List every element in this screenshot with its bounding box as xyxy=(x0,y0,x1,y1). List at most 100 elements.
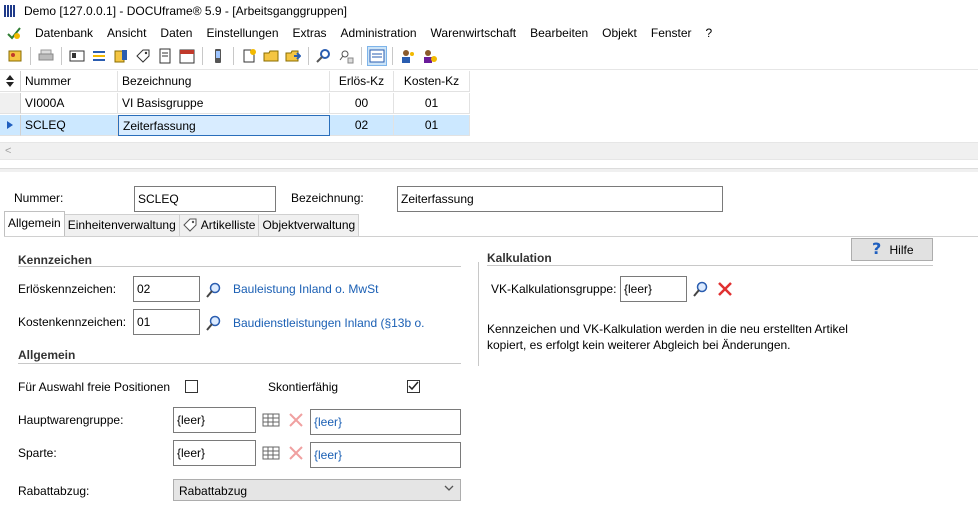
column-header-kosten-kz[interactable]: Kosten-Kz xyxy=(394,71,470,92)
toolbar-separator xyxy=(30,47,31,65)
sort-icon[interactable] xyxy=(0,71,21,92)
menu-fenster[interactable]: Fenster xyxy=(644,26,699,40)
help-button-label: Hilfe xyxy=(889,242,914,257)
pane-splitter[interactable] xyxy=(0,168,978,172)
search-icon[interactable] xyxy=(205,314,223,332)
section-heading-kennzeichen: Kennzeichen xyxy=(18,253,93,267)
app-logo-icon xyxy=(4,5,18,17)
menu-warenwirtschaft[interactable]: Warenwirtschaft xyxy=(424,26,524,40)
tab-border xyxy=(4,236,978,237)
delete-icon[interactable] xyxy=(716,280,734,298)
menu-einstellungen[interactable]: Einstellungen xyxy=(199,26,285,40)
search-advanced-icon[interactable] xyxy=(336,46,356,66)
sparte-label: Sparte: xyxy=(18,446,57,460)
toolbar-separator xyxy=(361,47,362,65)
menu-daten[interactable]: Daten xyxy=(153,26,199,40)
title-bar: Demo [127.0.0.1] - DOCUframe® 5.9 - [Arb… xyxy=(0,0,978,22)
table-lookup-icon[interactable] xyxy=(262,412,280,430)
help-button[interactable]: ? Hilfe xyxy=(851,238,933,261)
erloes-description-link[interactable]: Bauleistung Inland o. MwSt xyxy=(233,282,378,296)
menu-help[interactable]: ? xyxy=(699,26,720,40)
table-row[interactable]: VI000A VI Basisgruppe 00 01 xyxy=(0,93,470,114)
column-header-erloes-kz[interactable]: Erlös-Kz xyxy=(330,71,394,92)
open-folder-icon[interactable] xyxy=(261,46,281,66)
tab-artikelliste-label: Artikelliste xyxy=(200,218,256,232)
column-header-bezeichnung[interactable]: Bezeichnung xyxy=(118,71,330,92)
tab-artikelliste[interactable]: Artikelliste xyxy=(178,214,260,236)
row-selector[interactable] xyxy=(0,93,21,114)
print-icon[interactable] xyxy=(36,46,56,66)
phone-icon[interactable] xyxy=(208,46,228,66)
menu-objekt[interactable]: Objekt xyxy=(595,26,644,40)
system-menu-icon[interactable] xyxy=(6,25,22,41)
menu-datenbank[interactable]: Datenbank xyxy=(28,26,100,40)
tab-allgemein[interactable]: Allgemein xyxy=(4,211,65,236)
table-row-selected[interactable]: SCLEQ Zeiterfassung 02 01 xyxy=(0,115,470,136)
freie-positionen-checkbox[interactable] xyxy=(185,380,198,393)
address-card-icon[interactable] xyxy=(67,46,87,66)
kalkulation-note: Kennzeichen und VK-Kalkulation werden in… xyxy=(487,322,848,352)
tab-strip: Allgemein Einheitenverwaltung Artikellis… xyxy=(4,211,360,236)
cell-kosten-kz[interactable]: 01 xyxy=(394,93,470,114)
list-edit-icon[interactable] xyxy=(89,46,109,66)
search-icon[interactable] xyxy=(692,280,710,298)
cell-kosten-kz[interactable]: 01 xyxy=(394,115,470,136)
window-title: Demo [127.0.0.1] - DOCUframe® 5.9 - [Arb… xyxy=(24,4,347,18)
horizontal-scrollbar[interactable]: < xyxy=(0,142,978,160)
nummer-field[interactable]: SCLEQ xyxy=(134,186,276,212)
cell-bezeichnung[interactable]: VI Basisgruppe xyxy=(118,93,330,114)
users-icon[interactable] xyxy=(398,46,418,66)
tag-icon[interactable] xyxy=(133,46,153,66)
new-record-icon[interactable] xyxy=(5,46,25,66)
menu-bar: Datenbank Ansicht Daten Einstellungen Ex… xyxy=(0,22,978,43)
menu-extras[interactable]: Extras xyxy=(286,26,334,40)
chevron-down-icon xyxy=(444,483,454,496)
menu-bearbeiten[interactable]: Bearbeiten xyxy=(523,26,595,40)
menu-administration[interactable]: Administration xyxy=(334,26,424,40)
kosten-description-link[interactable]: Baudienstleistungen Inland (§13b o. xyxy=(233,316,424,330)
cell-nummer[interactable]: SCLEQ xyxy=(21,115,118,136)
kostenkennzeichen-field[interactable]: 01 xyxy=(133,309,200,335)
sparte-field[interactable]: {leer} xyxy=(173,440,256,466)
cell-erloes-kz[interactable]: 02 xyxy=(330,115,394,136)
section-divider xyxy=(18,266,461,267)
vk-kalkulationsgruppe-label: VK-Kalkulationsgruppe: xyxy=(491,282,617,296)
menu-ansicht[interactable]: Ansicht xyxy=(100,26,153,40)
scroll-left-arrow[interactable]: < xyxy=(5,145,11,157)
bezeichnung-label: Bezeichnung: xyxy=(291,191,364,205)
cell-erloes-kz[interactable]: 00 xyxy=(330,93,394,114)
nummer-label: Nummer: xyxy=(14,191,64,205)
export-icon[interactable] xyxy=(283,46,303,66)
search-icon[interactable] xyxy=(314,46,334,66)
svg-text:?: ? xyxy=(872,240,881,256)
hauptwarengruppe-description[interactable]: {leer} xyxy=(310,409,461,435)
table-lookup-icon[interactable] xyxy=(262,445,280,463)
vk-kalkulationsgruppe-field[interactable]: {leer} xyxy=(620,276,687,302)
new-document-icon[interactable] xyxy=(239,46,259,66)
column-header-nummer[interactable]: Nummer xyxy=(21,71,118,92)
hauptwarengruppe-label: Hauptwarengruppe: xyxy=(18,413,124,427)
form-view-icon[interactable] xyxy=(367,46,387,66)
bezeichnung-field[interactable]: Zeiterfassung xyxy=(397,186,723,212)
current-row-arrow-icon[interactable] xyxy=(0,115,21,136)
tab-objektverwaltung[interactable]: Objektverwaltung xyxy=(258,214,360,236)
cell-nummer[interactable]: VI000A xyxy=(21,93,118,114)
cell-bezeichnung-editing[interactable]: Zeiterfassung xyxy=(118,115,330,136)
sparte-description[interactable]: {leer} xyxy=(310,442,461,468)
erloeskennzeichen-label: Erlöskennzeichen: xyxy=(18,282,117,296)
document-icon[interactable] xyxy=(155,46,175,66)
calendar-icon[interactable] xyxy=(177,46,197,66)
tab-einheitenverwaltung[interactable]: Einheitenverwaltung xyxy=(63,214,180,236)
skontierfaehig-label: Skontierfähig xyxy=(268,380,339,394)
rabattabzug-select[interactable]: Rabattabzug xyxy=(173,479,461,501)
delete-icon[interactable] xyxy=(288,412,306,430)
user-settings-icon[interactable] xyxy=(420,46,440,66)
skontierfaehig-checkbox[interactable] xyxy=(407,380,420,393)
delete-icon[interactable] xyxy=(288,445,306,463)
folder-icon[interactable] xyxy=(111,46,131,66)
hauptwarengruppe-field[interactable]: {leer} xyxy=(173,407,256,433)
toolbar-separator xyxy=(202,47,203,65)
section-heading-allgemein: Allgemein xyxy=(18,348,76,362)
search-icon[interactable] xyxy=(205,281,223,299)
erloeskennzeichen-field[interactable]: 02 xyxy=(133,276,200,302)
